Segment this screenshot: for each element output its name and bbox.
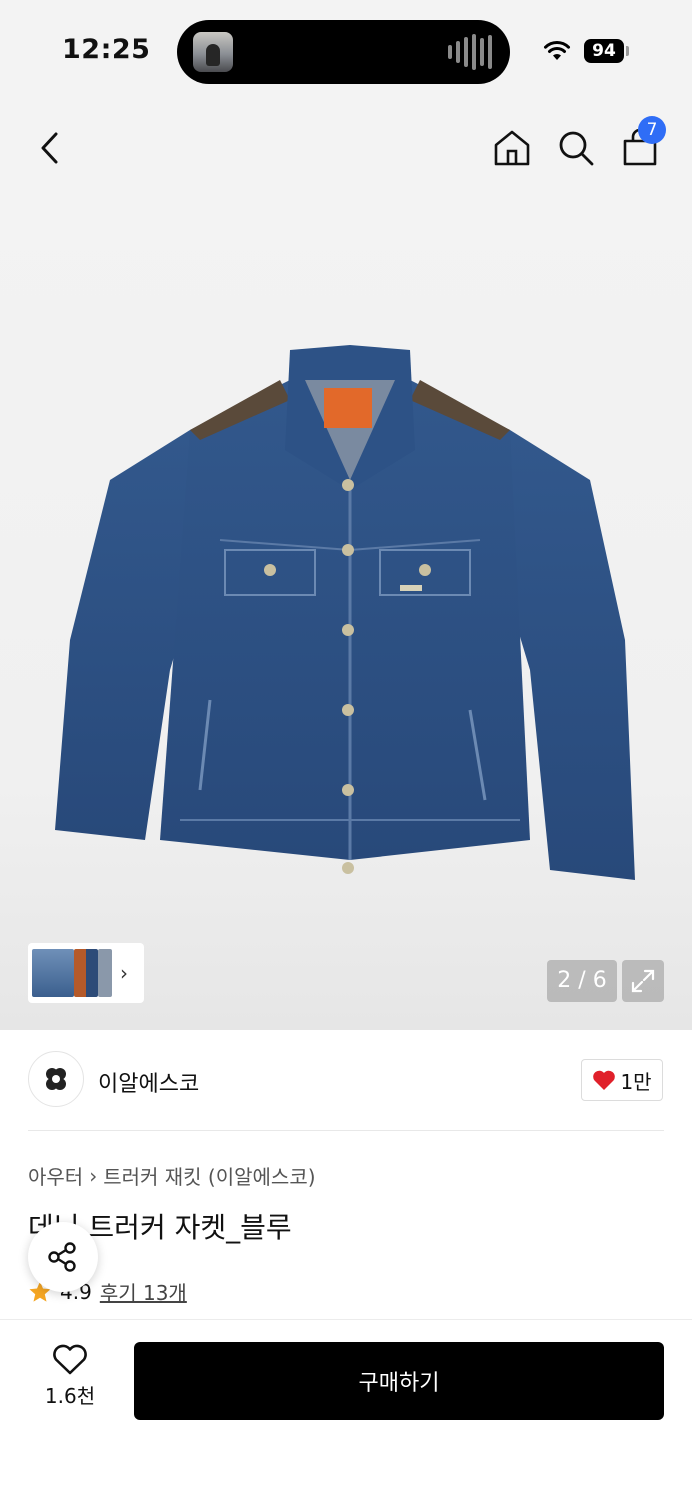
status-bar: 12:25 94 [0,0,692,104]
thumbnail-model[interactable] [74,949,98,997]
brand-name[interactable]: 이알에스코 [98,1066,199,1098]
brand-logo[interactable] [28,1051,84,1107]
divider [28,1130,664,1131]
buy-button[interactable]: 구매하기 [134,1342,664,1420]
chevron-left-icon [41,132,58,164]
wishlist-count: 1.6천 [44,1384,96,1408]
wifi-icon [544,41,570,60]
now-playing-artwork [193,32,233,72]
breadcrumb-separator-icon: › [89,1163,98,1188]
top-navigation: 7 [0,104,692,200]
cart-count-badge: 7 [638,116,666,144]
cart-button[interactable]: 7 [618,116,666,170]
home-icon [494,130,530,166]
product-image [55,345,635,880]
expand-button[interactable] [622,960,664,1002]
expand-icon [631,969,655,993]
search-button[interactable] [554,126,598,170]
chevron-right-icon: › [120,961,128,985]
battery-nub [626,46,629,56]
heart-filled-icon [593,1070,616,1090]
status-time: 12:25 [62,34,151,65]
battery-indicator: 94 [584,39,624,63]
brand-like-count: 1만 [620,1069,652,1094]
search-icon [559,131,594,166]
thumbnail-strip[interactable]: › [28,943,144,1003]
breadcrumb-subcategory[interactable]: 트러커 재킷 (이알에스코) [103,1161,315,1190]
image-page-counter: 2 / 6 [547,960,617,1002]
product-image-gallery[interactable]: › 2 / 6 [0,200,692,1030]
dynamic-island[interactable] [177,20,510,84]
breadcrumb-category[interactable]: 아우터 [28,1161,83,1190]
brand-flower-icon [46,1068,66,1090]
reviews-link[interactable]: 후기 13개 [100,1277,187,1306]
brand-row[interactable]: 이알에스코 1만 [0,1030,692,1130]
thumbnail-detail[interactable] [98,949,112,997]
thumbnail-front[interactable] [32,949,74,997]
bottom-action-bar: 1.6천 구매하기 [0,1319,692,1500]
breadcrumb: 아우터 › 트러커 재킷 (이알에스코) [28,1161,316,1190]
brand-like-button[interactable]: 1만 [581,1059,663,1101]
share-button[interactable] [28,1222,98,1292]
share-icon [48,1242,76,1272]
wishlist-button[interactable]: 1.6천 [30,1344,110,1409]
audio-wave-icon [448,34,492,70]
heart-outline-icon [53,1344,87,1375]
back-button[interactable] [28,126,72,170]
home-button[interactable] [490,126,534,170]
